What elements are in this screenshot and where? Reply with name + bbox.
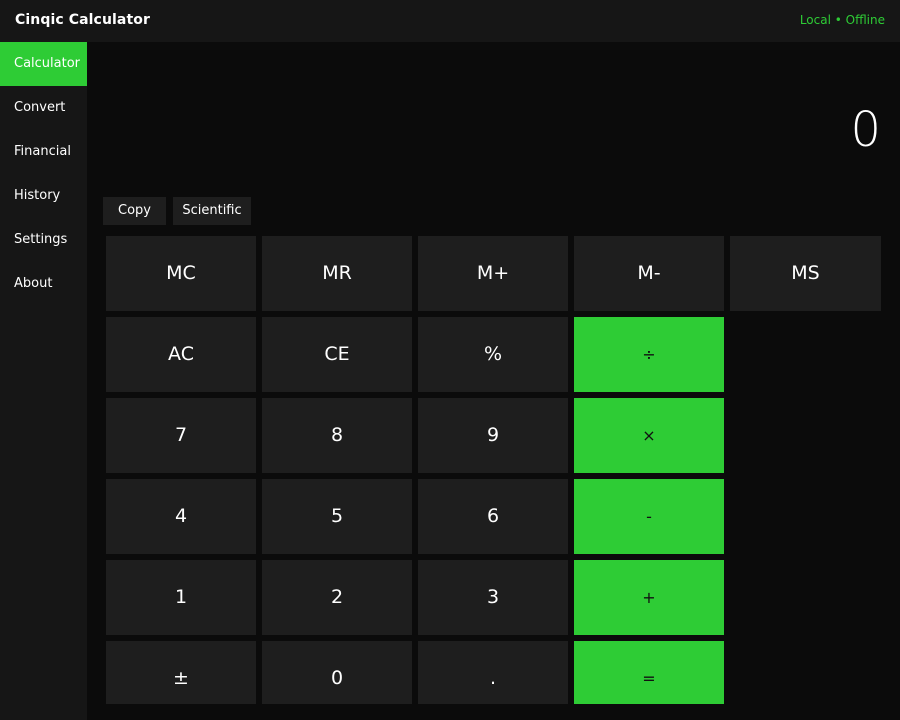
equals-button[interactable]: =	[574, 641, 724, 704]
sidebar-item-calculator[interactable]: Calculator	[0, 42, 87, 86]
percent-button[interactable]: %	[418, 317, 568, 392]
sidebar-item-about[interactable]: About	[0, 262, 87, 306]
connection-status: Local • Offline	[799, 13, 885, 27]
sidebar-item-settings[interactable]: Settings	[0, 218, 87, 262]
digit-8-button[interactable]: 8	[262, 398, 412, 473]
digit-9-button[interactable]: 9	[418, 398, 568, 473]
memory-store-button[interactable]: MS	[730, 236, 881, 311]
display-value: 0	[850, 102, 881, 158]
digit-7-button[interactable]: 7	[106, 398, 256, 473]
sidebar-item-financial[interactable]: Financial	[0, 130, 87, 174]
keypad: MC MR M+ M- MS AC CE % ÷ 7 8 9 × 4 5 6 -…	[106, 236, 882, 710]
memory-subtract-button[interactable]: M-	[574, 236, 724, 311]
negate-button[interactable]: ±	[106, 641, 256, 704]
digit-4-button[interactable]: 4	[106, 479, 256, 554]
digit-3-button[interactable]: 3	[418, 560, 568, 635]
clear-entry-button[interactable]: CE	[262, 317, 412, 392]
memory-add-button[interactable]: M+	[418, 236, 568, 311]
sidebar: Calculator Convert Financial History Set…	[0, 42, 87, 720]
title-bar: Cinqic Calculator Local • Offline	[0, 0, 900, 42]
digit-0-button[interactable]: 0	[262, 641, 412, 704]
multiply-button[interactable]: ×	[574, 398, 724, 473]
digit-2-button[interactable]: 2	[262, 560, 412, 635]
digit-6-button[interactable]: 6	[418, 479, 568, 554]
add-button[interactable]: +	[574, 560, 724, 635]
scientific-button[interactable]: Scientific	[173, 197, 251, 225]
digit-5-button[interactable]: 5	[262, 479, 412, 554]
calculator-main: 0 Copy Scientific MC MR M+ M- MS AC CE %…	[87, 42, 900, 720]
sidebar-item-history[interactable]: History	[0, 174, 87, 218]
subtract-button[interactable]: -	[574, 479, 724, 554]
memory-clear-button[interactable]: MC	[106, 236, 256, 311]
app-title: Cinqic Calculator	[15, 12, 150, 28]
memory-recall-button[interactable]: MR	[262, 236, 412, 311]
sidebar-item-convert[interactable]: Convert	[0, 86, 87, 130]
divide-button[interactable]: ÷	[574, 317, 724, 392]
digit-1-button[interactable]: 1	[106, 560, 256, 635]
all-clear-button[interactable]: AC	[106, 317, 256, 392]
copy-button[interactable]: Copy	[103, 197, 166, 225]
decimal-button[interactable]: .	[418, 641, 568, 704]
